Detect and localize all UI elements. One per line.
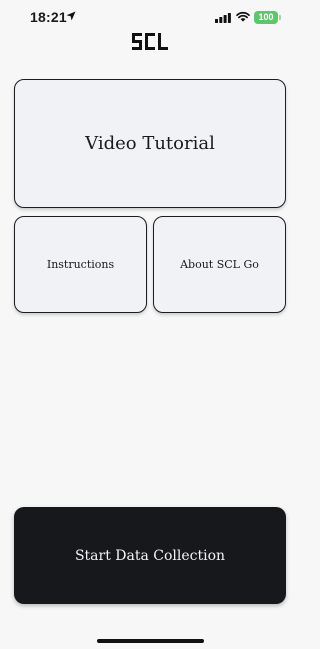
video-tutorial-button[interactable]: Video Tutorial: [14, 79, 286, 208]
status-time: 18:21: [30, 9, 67, 25]
home-indicator[interactable]: [97, 639, 204, 643]
status-bar: 18:21 100: [0, 0, 300, 34]
about-button[interactable]: About SCL Go: [153, 216, 286, 313]
battery-icon: 100: [254, 11, 278, 24]
about-label: About SCL Go: [180, 258, 259, 271]
instructions-button[interactable]: Instructions: [14, 216, 147, 313]
start-data-collection-label: Start Data Collection: [74, 547, 226, 564]
scl-logo: [132, 33, 168, 50]
battery-tip: [279, 15, 281, 20]
start-data-collection-button[interactable]: Start Data Collection: [14, 507, 286, 604]
cellular-signal-icon: [215, 13, 231, 23]
wifi-icon: [236, 11, 250, 22]
location-arrow-icon: [66, 11, 76, 21]
video-tutorial-label: Video Tutorial: [85, 133, 215, 154]
instructions-label: Instructions: [46, 258, 115, 271]
